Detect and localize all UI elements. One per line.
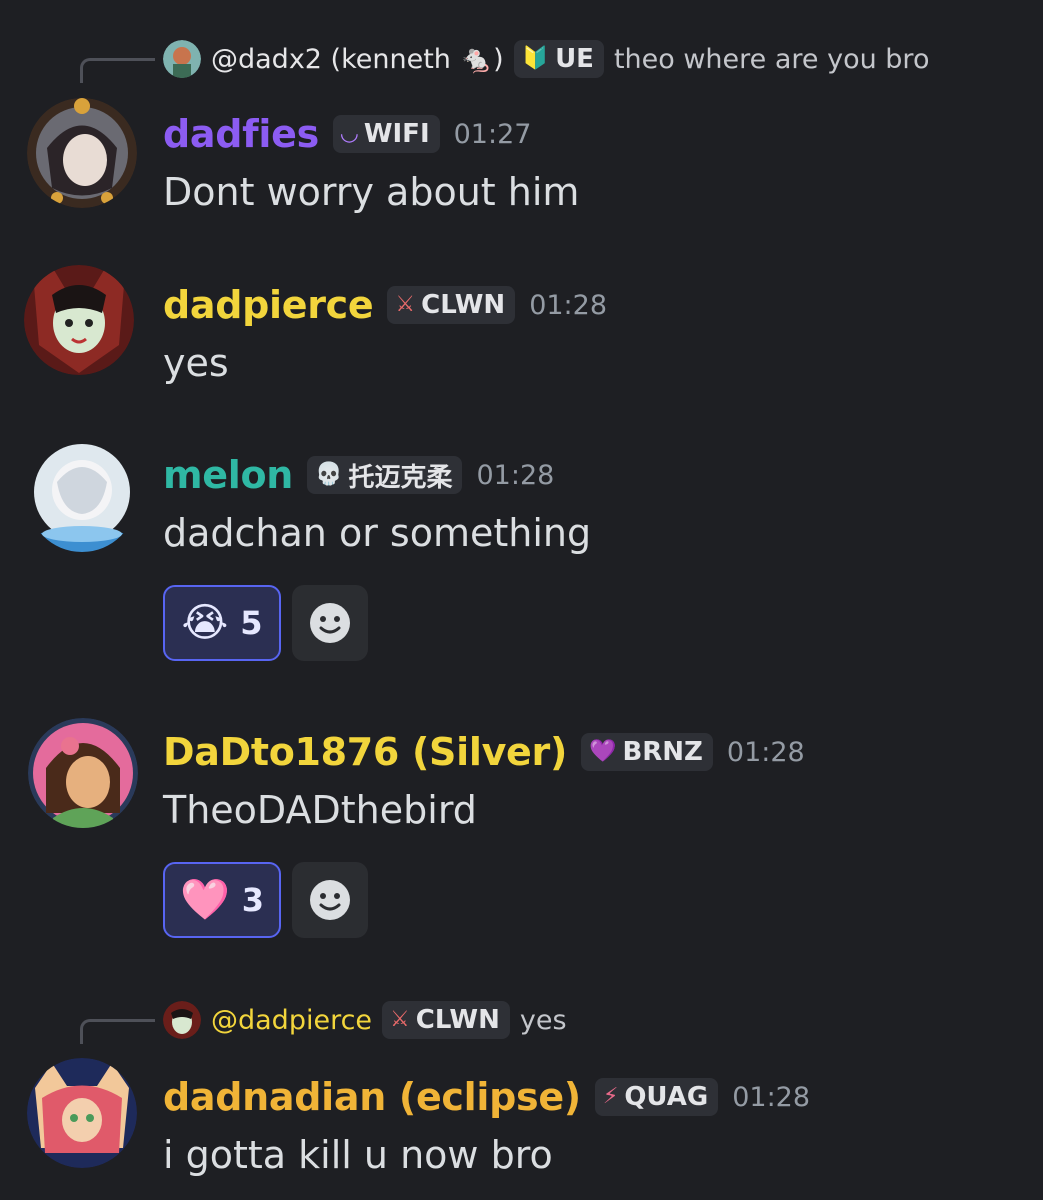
reply-connector	[80, 58, 155, 83]
reply-guild-tag: ⚔ CLWN	[382, 1001, 510, 1039]
reply-avatar	[163, 1001, 201, 1039]
purple-heart-icon: 💜	[589, 739, 617, 764]
reply-username[interactable]: @dadx2 (kenneth 🐁)	[211, 43, 504, 75]
reaction-count: 5	[240, 604, 263, 642]
lightning-icon: ⚡	[602, 1084, 619, 1109]
timestamp: 01:28	[732, 1081, 811, 1113]
smiley-plus-icon	[310, 603, 350, 643]
username[interactable]: melon	[163, 453, 293, 497]
message-text: dadchan or something	[163, 511, 592, 555]
reply-username[interactable]: @dadpierce	[211, 1005, 372, 1036]
loudly-crying-face-icon: 😭	[181, 600, 229, 646]
message-header: dadpierce ⚔ CLWN 01:28	[163, 283, 607, 327]
message-header: dadfies ◡ WIFI 01:27	[163, 112, 531, 156]
guild-tag[interactable]: ⚔ CLWN	[387, 286, 516, 324]
reaction-count: 3	[241, 881, 265, 919]
guild-tag[interactable]: 💜 BRNZ	[581, 733, 713, 771]
reply-avatar	[163, 40, 201, 78]
guild-tag[interactable]: ◡ WIFI	[332, 115, 440, 153]
username[interactable]: dadpierce	[163, 283, 374, 327]
message-header: DaDto1876 (Silver) 💜 BRNZ 01:28	[163, 730, 805, 774]
sword-icon: ⚔	[390, 1007, 410, 1032]
reply-text: theo where are you bro	[613, 43, 930, 75]
timestamp: 01:28	[476, 459, 555, 491]
timestamp: 01:28	[529, 289, 608, 321]
skull-icon: 💀	[315, 462, 343, 487]
message-header: melon 💀 托迈克柔 01:28	[163, 453, 554, 497]
guild-tag[interactable]: 💀 托迈克柔	[307, 456, 463, 494]
pink-heart-icon: 🩷	[179, 877, 230, 923]
username[interactable]: dadfies	[163, 112, 319, 156]
message-text: i gotta kill u now bro	[163, 1133, 553, 1177]
avatar[interactable]	[27, 98, 137, 208]
reply-preview[interactable]: @dadpierce ⚔ CLWN yes	[163, 1001, 567, 1039]
avatar[interactable]	[24, 265, 134, 375]
reply-preview[interactable]: @dadx2 (kenneth 🐁) 🔰 UE theo where are y…	[163, 40, 929, 78]
username[interactable]: dadnadian (eclipse)	[163, 1075, 581, 1119]
reaction-button[interactable]: 😭 5	[163, 585, 281, 661]
username[interactable]: DaDto1876 (Silver)	[163, 730, 567, 774]
avatar[interactable]	[28, 718, 138, 828]
reply-connector	[80, 1019, 155, 1044]
reply-text: yes	[519, 1004, 567, 1036]
avatar[interactable]	[27, 442, 137, 552]
message-text: Dont worry about him	[163, 170, 580, 214]
reaction-button[interactable]: 🩷 3	[163, 862, 281, 938]
guild-tag[interactable]: ⚡ QUAG	[594, 1078, 719, 1116]
chat-channel: @dadx2 (kenneth 🐁) 🔰 UE theo where are y…	[0, 0, 1043, 1200]
add-reaction-button[interactable]	[292, 862, 368, 938]
shield-icon: 🔰	[521, 46, 550, 71]
reply-guild-tag: 🔰 UE	[513, 40, 604, 78]
sword-icon: ⚔	[395, 292, 416, 317]
smiley-plus-icon	[310, 880, 350, 920]
avatar[interactable]	[27, 1058, 137, 1168]
message-header: dadnadian (eclipse) ⚡ QUAG 01:28	[163, 1075, 810, 1119]
add-reaction-button[interactable]	[292, 585, 368, 661]
message-text: yes	[163, 341, 229, 385]
timestamp: 01:27	[453, 118, 532, 150]
moon-icon: ◡	[340, 121, 358, 146]
timestamp: 01:28	[726, 736, 805, 768]
message-text: TheoDADthebird	[163, 788, 477, 832]
